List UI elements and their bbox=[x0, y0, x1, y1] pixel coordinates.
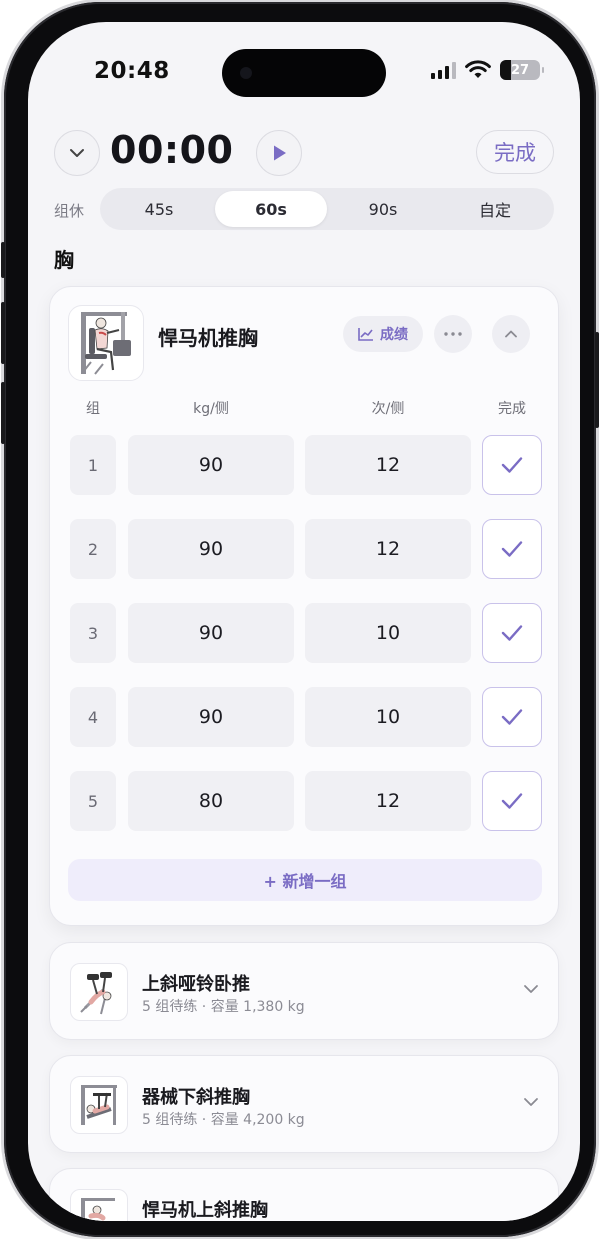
weight-input[interactable]: 90 bbox=[128, 687, 294, 747]
exercise-card-collapsed[interactable]: 上斜哑铃卧推 5 组待练 · 容量 1,380 kg bbox=[49, 942, 559, 1040]
status-time: 20:48 bbox=[94, 58, 170, 84]
muscle-group-title: 胸 bbox=[54, 248, 74, 272]
chart-line-icon bbox=[358, 328, 373, 341]
exercise-name: 上斜哑铃卧推 bbox=[142, 974, 250, 995]
set-done-checkbox[interactable] bbox=[482, 687, 542, 747]
chevron-down-icon bbox=[524, 985, 538, 993]
more-dots-icon bbox=[444, 332, 462, 336]
finish-workout-button[interactable]: 完成 bbox=[476, 130, 554, 174]
check-icon bbox=[501, 709, 523, 725]
volume-down-button bbox=[1, 382, 5, 444]
set-number: 5 bbox=[70, 771, 116, 831]
timer-row: 00:00 完成 bbox=[54, 128, 554, 176]
set-number: 2 bbox=[70, 519, 116, 579]
set-row: 5 80 12 bbox=[70, 771, 542, 831]
column-reps: 次/侧 bbox=[371, 401, 405, 417]
volume-up-button bbox=[1, 302, 5, 364]
set-row: 4 90 10 bbox=[70, 687, 542, 747]
rest-option-90s[interactable]: 90s bbox=[327, 191, 439, 227]
collapse-button[interactable] bbox=[54, 130, 100, 176]
incline-machine-press-illustration bbox=[81, 1198, 115, 1221]
wifi-icon bbox=[465, 60, 491, 78]
battery-level: 27 bbox=[510, 62, 530, 78]
stats-button[interactable]: 成绩 bbox=[343, 316, 423, 352]
weight-input[interactable]: 90 bbox=[128, 603, 294, 663]
exercise-card: 悍马机推胸 成绩 组 kg/侧 次/侧 完成 1 90 12 2 90 12 3… bbox=[49, 286, 559, 926]
status-icons: 27 bbox=[431, 60, 544, 80]
exercise-thumbnail bbox=[70, 963, 128, 1021]
set-row: 2 90 12 bbox=[70, 519, 542, 579]
exercise-name: 器械下斜推胸 bbox=[142, 1087, 250, 1108]
weight-input[interactable]: 80 bbox=[128, 771, 294, 831]
exercise-summary: 5 组待练 · 容量 4,200 kg bbox=[142, 1112, 305, 1128]
phone-frame: 20:48 27 00:00 完成 组休 45s 60s 90s 自定 胸 悍马… bbox=[1, 2, 599, 1237]
more-button[interactable] bbox=[434, 315, 472, 353]
weight-input[interactable]: 90 bbox=[128, 435, 294, 495]
reps-input[interactable]: 10 bbox=[305, 687, 471, 747]
rest-selector: 45s 60s 90s 自定 bbox=[100, 188, 554, 230]
exercise-thumbnail bbox=[70, 1076, 128, 1134]
set-done-checkbox[interactable] bbox=[482, 603, 542, 663]
set-number: 4 bbox=[70, 687, 116, 747]
reps-input[interactable]: 12 bbox=[305, 519, 471, 579]
set-number: 3 bbox=[70, 603, 116, 663]
add-set-button[interactable]: + 新增一组 bbox=[68, 859, 542, 901]
set-done-checkbox[interactable] bbox=[482, 771, 542, 831]
dumbbell-press-illustration bbox=[80, 972, 112, 1015]
screen: 20:48 27 00:00 完成 组休 45s 60s 90s 自定 胸 悍马… bbox=[28, 22, 580, 1221]
set-row: 3 90 10 bbox=[70, 603, 542, 663]
decline-press-illustration bbox=[81, 1085, 117, 1125]
chevron-down-icon bbox=[70, 149, 84, 157]
rest-option-custom[interactable]: 自定 bbox=[439, 191, 551, 227]
dynamic-island bbox=[222, 49, 386, 97]
column-done: 完成 bbox=[498, 401, 526, 417]
set-number: 1 bbox=[70, 435, 116, 495]
power-button bbox=[595, 332, 599, 428]
exercise-card-collapsed[interactable]: 悍马机上斜推胸 bbox=[49, 1168, 559, 1221]
exercise-card-collapsed[interactable]: 器械下斜推胸 5 组待练 · 容量 4,200 kg bbox=[49, 1055, 559, 1153]
rest-label: 组休 bbox=[54, 202, 85, 220]
exercise-name: 悍马机上斜推胸 bbox=[142, 1200, 268, 1221]
battery-icon: 27 bbox=[500, 60, 544, 80]
exercise-summary: 5 组待练 · 容量 1,380 kg bbox=[142, 999, 305, 1015]
check-icon bbox=[501, 541, 523, 557]
column-set: 组 bbox=[86, 401, 100, 417]
machine-press-illustration bbox=[81, 312, 131, 375]
play-icon bbox=[274, 145, 286, 161]
set-done-checkbox[interactable] bbox=[482, 435, 542, 495]
collapse-card-button[interactable] bbox=[492, 315, 530, 353]
exercise-name: 悍马机推胸 bbox=[158, 326, 258, 350]
chevron-up-icon bbox=[505, 330, 517, 338]
weight-input[interactable]: 90 bbox=[128, 519, 294, 579]
check-icon bbox=[501, 457, 523, 473]
chevron-down-icon bbox=[524, 1098, 538, 1106]
set-done-checkbox[interactable] bbox=[482, 519, 542, 579]
exercise-thumbnail bbox=[70, 1189, 128, 1221]
set-row: 1 90 12 bbox=[70, 435, 542, 495]
stats-label: 成绩 bbox=[380, 327, 408, 343]
workout-timer: 00:00 bbox=[110, 128, 234, 172]
exercise-thumbnail bbox=[68, 305, 144, 381]
reps-input[interactable]: 10 bbox=[305, 603, 471, 663]
column-weight: kg/侧 bbox=[193, 401, 229, 417]
play-button[interactable] bbox=[256, 130, 302, 176]
cellular-signal-icon bbox=[431, 61, 456, 79]
check-icon bbox=[501, 793, 523, 809]
check-icon bbox=[501, 625, 523, 641]
rest-option-60s[interactable]: 60s bbox=[215, 191, 327, 227]
reps-input[interactable]: 12 bbox=[305, 771, 471, 831]
reps-input[interactable]: 12 bbox=[305, 435, 471, 495]
action-button bbox=[1, 242, 5, 278]
rest-option-45s[interactable]: 45s bbox=[103, 191, 215, 227]
